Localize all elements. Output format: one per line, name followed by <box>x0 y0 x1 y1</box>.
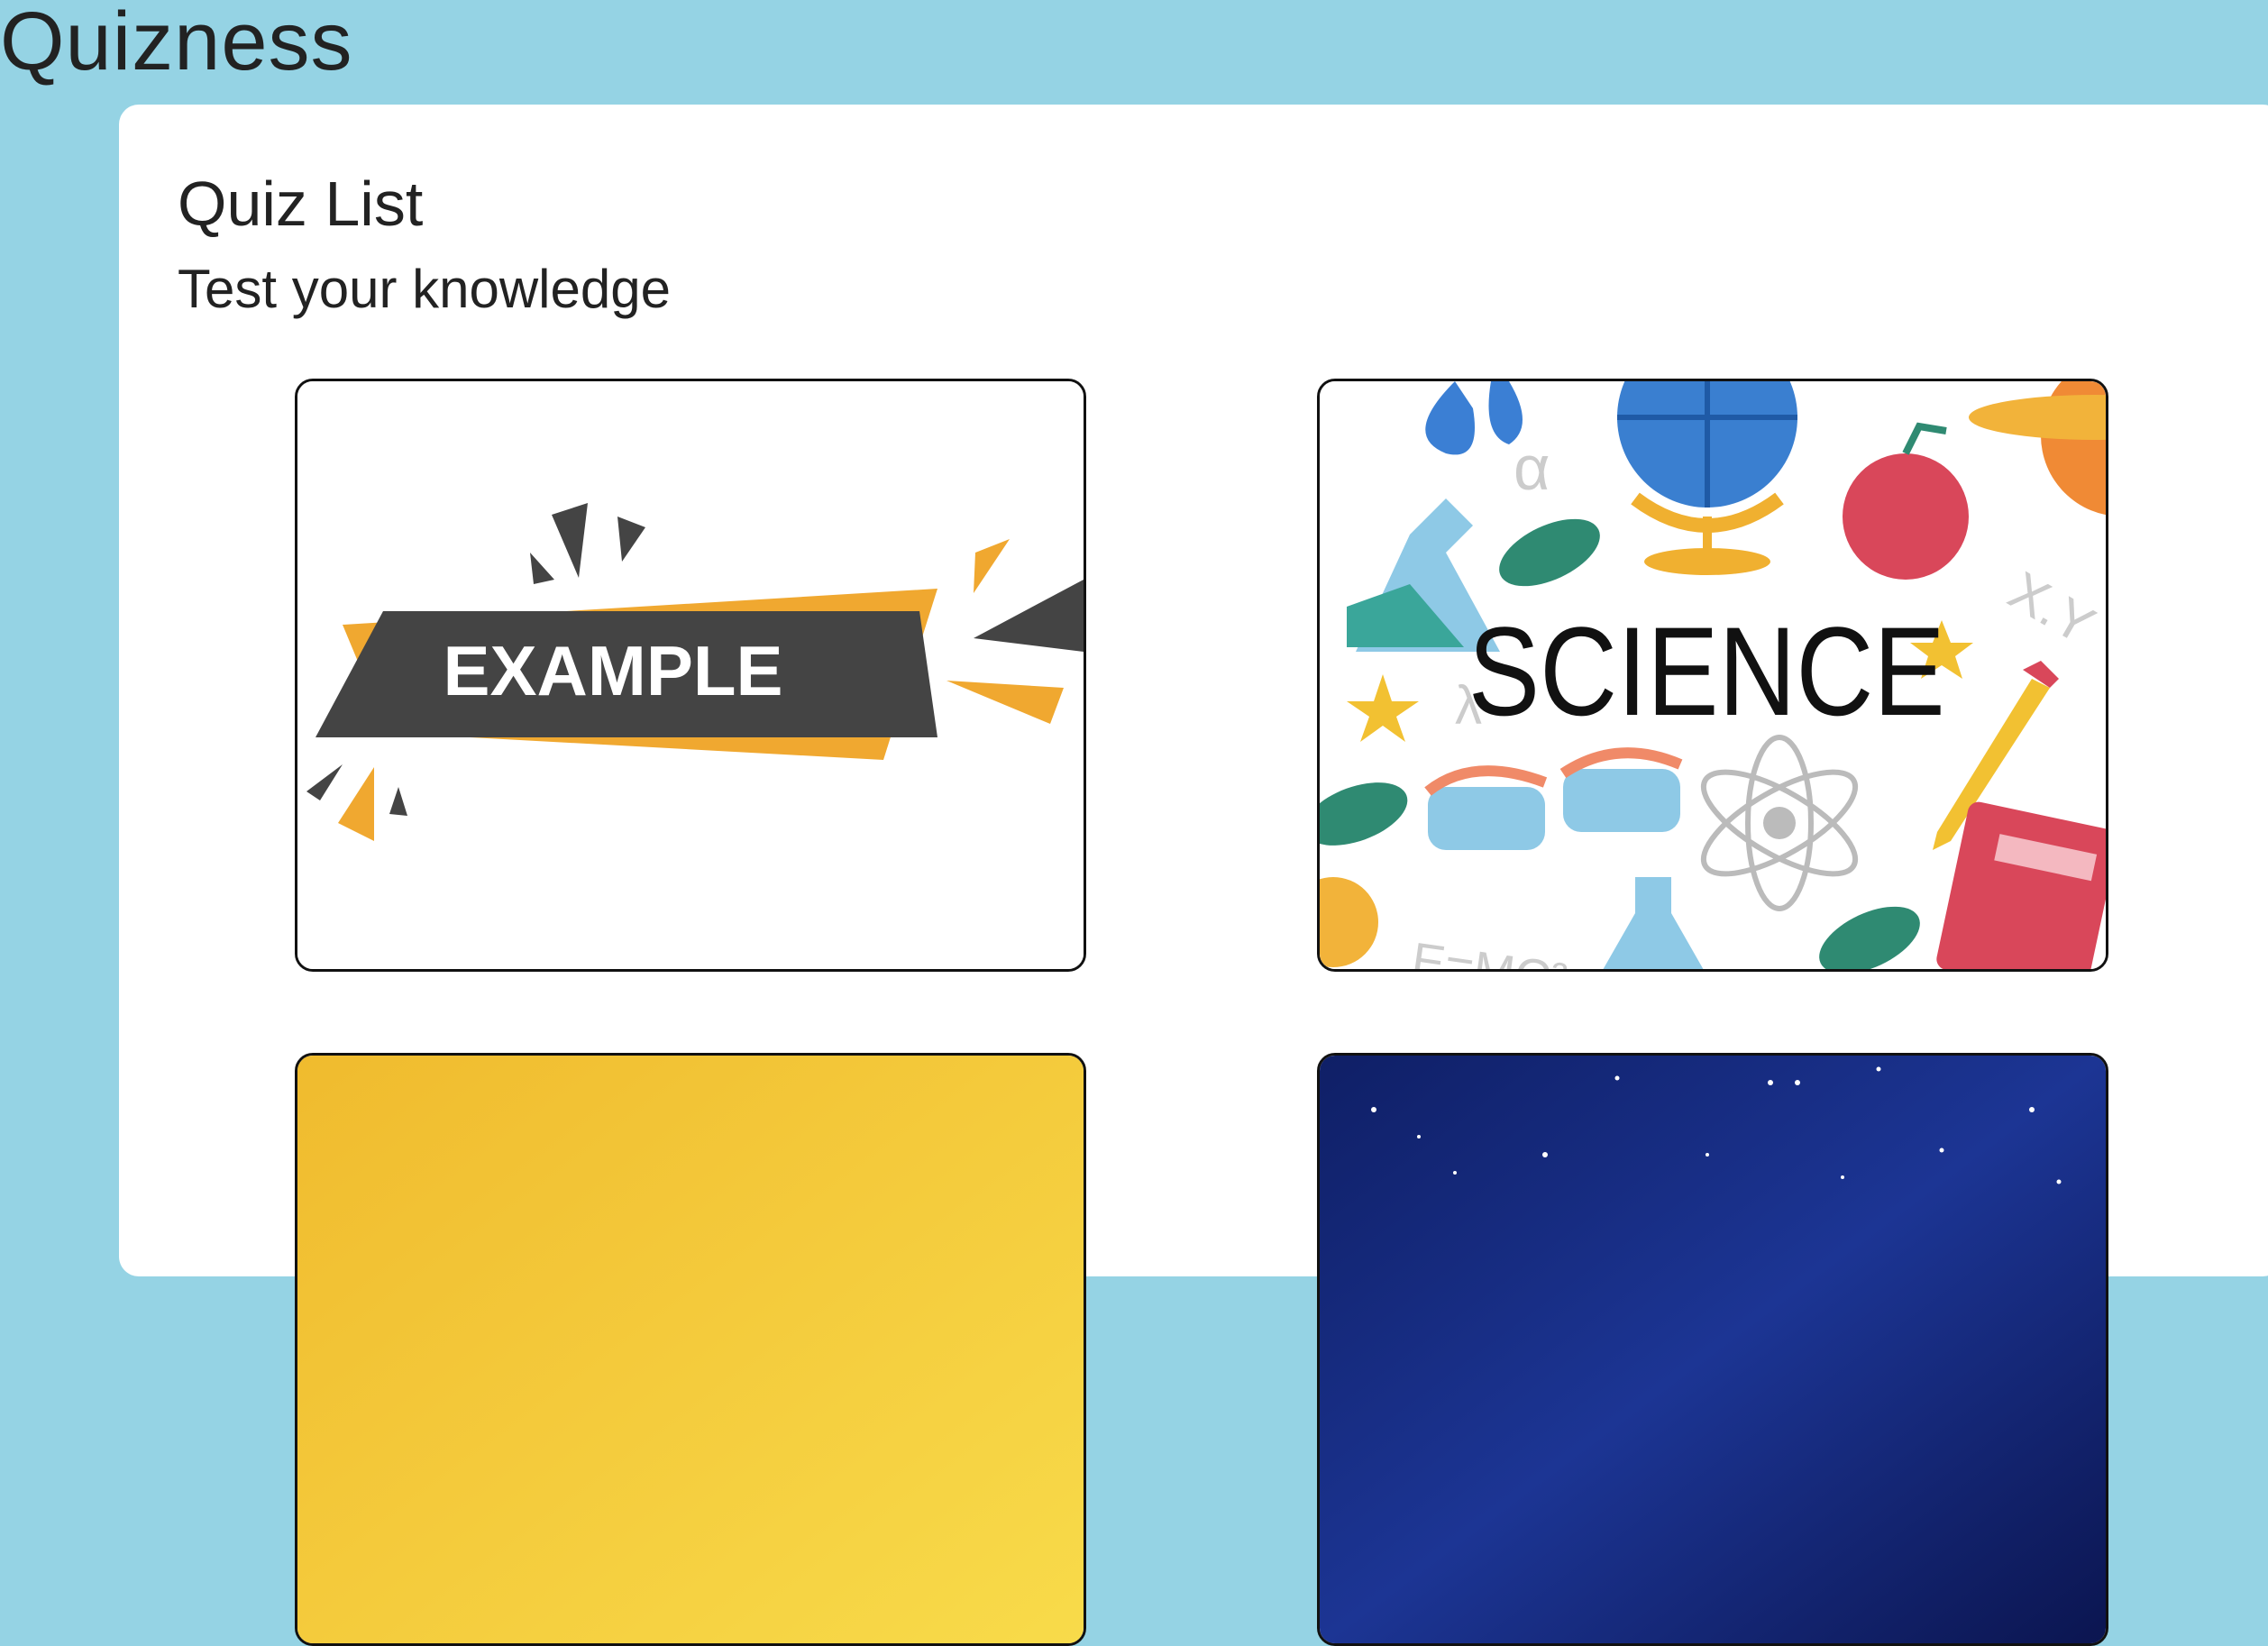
quiz-card-example-label: EXAMPLE <box>443 631 782 710</box>
quiz-card-space[interactable] <box>1317 1053 2108 1646</box>
app-title: Quizness <box>0 0 353 87</box>
quiz-card-example[interactable]: EXAMPLE <box>295 379 1086 972</box>
quiz-card-yellow-image <box>297 1056 1084 1643</box>
quiz-list-panel: Quiz List Test your knowledge EXAMPLE α … <box>119 105 2268 1646</box>
science-doodle-alpha: α <box>1514 433 1550 503</box>
page-subtitle: Test your knowledge <box>178 259 671 319</box>
page-title: Quiz List <box>178 169 424 239</box>
quiz-card-science[interactable]: α λ X.Y E=MC² SCIENCE <box>1317 379 2108 972</box>
quiz-card-yellow[interactable] <box>295 1053 1086 1646</box>
quiz-card-science-image: α λ X.Y E=MC² SCIENCE <box>1320 381 2106 969</box>
quiz-card-science-label: SCIENCE <box>1468 600 1945 742</box>
quiz-card-space-image <box>1320 1056 2106 1643</box>
quiz-card-example-image: EXAMPLE <box>297 381 1084 969</box>
